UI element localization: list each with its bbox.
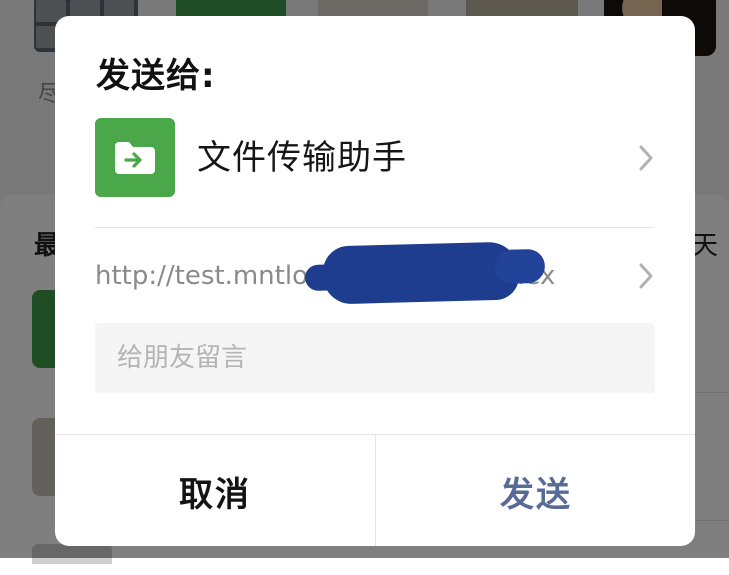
shared-link-row[interactable]: http://test.mntlodex [95, 241, 658, 305]
chevron-right-icon [638, 144, 654, 172]
cancel-button[interactable]: 取消 [55, 435, 375, 546]
send-button[interactable]: 发送 [375, 435, 695, 546]
recipient-avatar [95, 118, 175, 197]
dialog-footer: 取消 发送 [55, 434, 695, 546]
chevron-right-icon [638, 262, 654, 290]
shared-link-url-prefix: http://test.mntlo [95, 261, 308, 291]
dialog-title: 发送给: [96, 56, 216, 96]
recipient-row[interactable]: 文件传输助手 [95, 118, 658, 198]
redaction-scribble [322, 241, 520, 305]
recipient-name: 文件传输助手 [197, 138, 407, 178]
share-dialog: 发送给: 文件传输助手 http://test.mntlodex [55, 16, 695, 546]
message-input[interactable] [95, 323, 655, 393]
dialog-divider [95, 227, 655, 228]
